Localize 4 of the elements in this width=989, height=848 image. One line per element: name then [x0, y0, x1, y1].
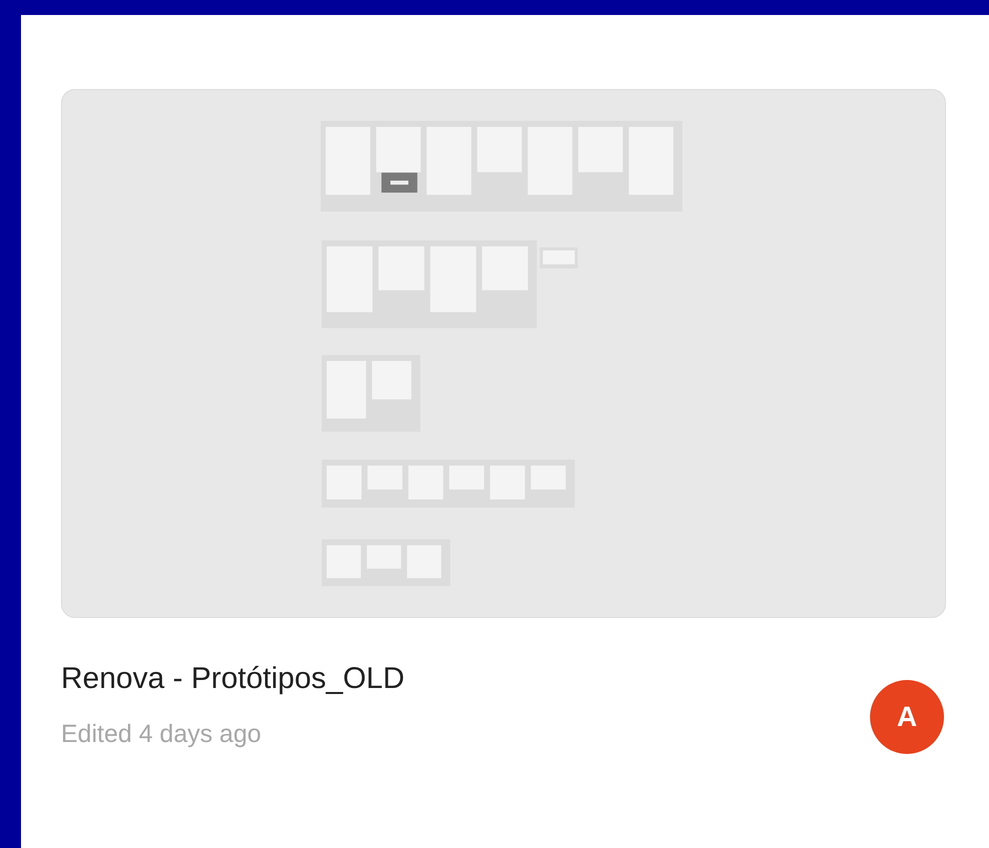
file-thumbnail[interactable]	[61, 89, 946, 618]
edited-time: Edited 4 days ago	[61, 719, 262, 749]
file-title: Renova - Protótipos_OLD	[61, 661, 405, 697]
owner-avatar: A	[870, 680, 944, 754]
